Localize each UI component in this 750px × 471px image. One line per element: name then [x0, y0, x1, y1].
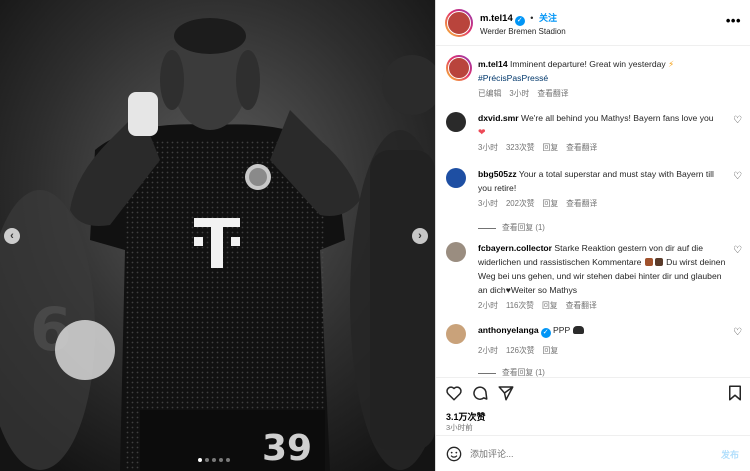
commenter-username[interactable]: bbg505zz [478, 169, 517, 179]
comment-composer: 发布 [436, 435, 750, 471]
comment-likes[interactable]: 323次赞 [506, 141, 535, 155]
post-timestamp: 3小时前 [446, 423, 473, 432]
comment-likes[interactable]: 116次赞 [506, 299, 534, 313]
author-username[interactable]: m.tel14 [480, 13, 513, 24]
view-replies-button[interactable]: 查看回复 (1) [478, 221, 730, 235]
like-comment-heart-icon[interactable]: ♡ [733, 115, 742, 126]
commenter-avatar[interactable] [446, 242, 466, 262]
carousel-dot [226, 458, 230, 462]
view-replies-label: 查看回复 (1) [502, 368, 545, 377]
comment-time: 3小时 [478, 199, 498, 208]
previous-photo-button[interactable]: ‹ [4, 228, 20, 244]
commenter-username[interactable]: dxvid.smr [478, 113, 519, 123]
divider-line [478, 372, 496, 374]
commenter-avatar[interactable] [446, 324, 466, 344]
reply-button[interactable]: 回复 [543, 344, 559, 358]
comment-item: fcbayern.collector Starke Reaktion geste… [446, 241, 746, 313]
post-side-panel: m.tel14 ✓ • 关注 Werder Bremen Stadion ••• … [435, 0, 750, 471]
chevron-right-icon: › [418, 230, 422, 242]
caption-avatar[interactable] [446, 55, 472, 81]
caption-time: 3小时 [509, 89, 530, 98]
caption-username[interactable]: m.tel14 [478, 59, 508, 69]
comment-text-part3: Weiter so Mathys [510, 285, 578, 295]
comment-time: 3小时 [478, 143, 498, 152]
edited-label: 已编辑 [478, 89, 502, 98]
player-photo: 6 39 [0, 0, 435, 471]
muscle-emoji-icon [644, 258, 653, 266]
translate-button[interactable]: 查看翻译 [566, 141, 597, 155]
commenter-username[interactable]: anthonyelanga [478, 325, 539, 335]
like-comment-heart-icon[interactable]: ♡ [733, 327, 742, 338]
comment-text: PPP [553, 325, 571, 335]
author-avatar[interactable] [445, 9, 473, 37]
red-heart-emoji-icon: ❤ [478, 127, 486, 137]
svg-text:39: 39 [262, 428, 312, 469]
comment-time: 2小时 [478, 301, 498, 310]
emoji-icon[interactable] [446, 446, 462, 462]
caption-text: Imminent departure! Great win yesterday [510, 59, 666, 69]
comment-item: dxvid.smr We're all behind you Mathys! B… [446, 111, 746, 157]
reply-button[interactable]: 回复 [543, 197, 559, 211]
next-photo-button[interactable]: › [412, 228, 428, 244]
carousel-dot [219, 458, 223, 462]
comment-text: We're all behind you Mathys! Bayern fans… [521, 113, 714, 123]
comment-time: 2小时 [478, 346, 498, 355]
comment-item: anthonyelanga ✓ PPP 2小时 126次赞 回复 查看回复 (1)… [446, 323, 746, 377]
comments-list: m.tel14 Imminent departure! Great win ye… [436, 47, 750, 377]
comment-icon[interactable] [471, 384, 489, 402]
carousel-dot [212, 458, 216, 462]
view-replies-label: 查看回复 (1) [502, 223, 545, 232]
commenter-avatar[interactable] [446, 168, 466, 188]
muscle-emoji-icon [654, 258, 663, 266]
reply-button[interactable]: 回复 [543, 141, 559, 155]
comment-likes[interactable]: 202次赞 [506, 197, 535, 211]
like-comment-heart-icon[interactable]: ♡ [733, 171, 742, 182]
post-location[interactable]: Werder Bremen Stadion [480, 27, 566, 36]
comment-likes[interactable]: 126次赞 [506, 344, 535, 358]
bookmark-icon[interactable] [726, 384, 744, 402]
post-header: m.tel14 ✓ • 关注 Werder Bremen Stadion ••• [436, 0, 750, 46]
separator-dot: • [530, 13, 534, 23]
comment-item: bbg505zz Your a total superstar and must… [446, 167, 746, 233]
translate-button[interactable]: 查看翻译 [566, 299, 597, 313]
chevron-left-icon: ‹ [10, 230, 14, 242]
view-replies-button[interactable]: 查看回复 (1) [478, 366, 730, 377]
divider-line [478, 227, 496, 229]
caption-translate-button[interactable]: 查看翻译 [537, 87, 568, 101]
people-emoji-icon [573, 326, 585, 334]
caption-hashtag[interactable]: #PrécisPasPressé [478, 73, 548, 83]
commenter-username[interactable]: fcbayern.collector [478, 243, 552, 253]
follow-button[interactable]: 关注 [539, 13, 557, 23]
post-actions: 3.1万次赞 3小时前 [436, 377, 750, 435]
reply-button[interactable]: 回复 [542, 299, 558, 313]
verified-badge-icon: ✓ [514, 16, 525, 26]
post-comment-button[interactable]: 发布 [721, 448, 739, 461]
verified-badge-icon: ✓ [540, 328, 551, 338]
caption: m.tel14 Imminent departure! Great win ye… [446, 55, 746, 107]
carousel-dot [205, 458, 209, 462]
carousel-indicator [198, 458, 230, 462]
heart-icon[interactable] [445, 384, 463, 402]
lightning-emoji-icon: ⚡ [668, 59, 675, 69]
translate-button[interactable]: 查看翻译 [566, 197, 597, 211]
share-icon[interactable] [497, 384, 515, 402]
commenter-avatar[interactable] [446, 112, 466, 132]
post-photo: 6 39 ‹ › [0, 0, 435, 471]
like-comment-heart-icon[interactable]: ♡ [733, 245, 742, 256]
comment-input[interactable] [470, 445, 690, 463]
carousel-dot [198, 458, 202, 462]
more-options-icon[interactable]: ••• [726, 13, 741, 28]
